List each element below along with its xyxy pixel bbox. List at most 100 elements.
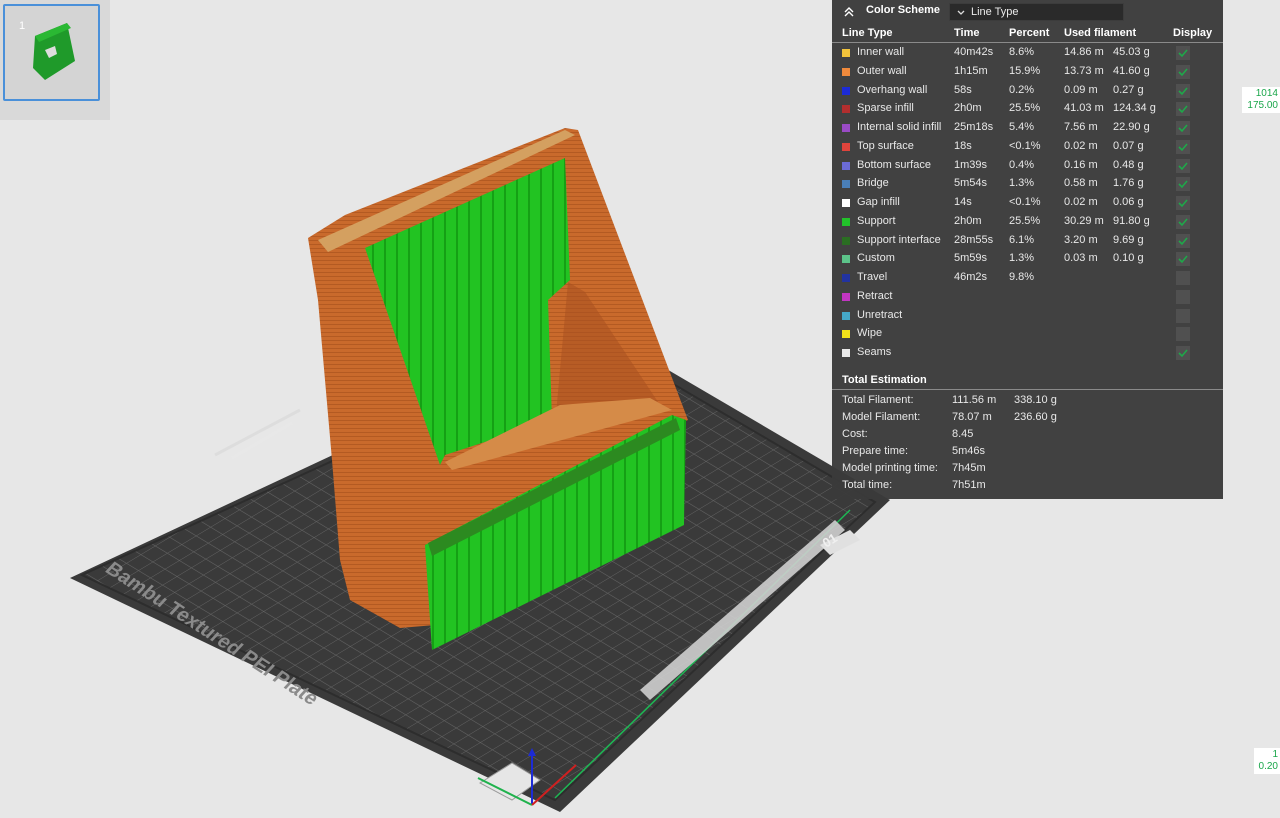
line-type-name: Overhang wall	[857, 83, 928, 96]
line-type-percent: 25.5%	[1009, 102, 1041, 115]
legend-row[interactable]: Support 2h0m 25.5% 30.29 m 91.80 g	[832, 213, 1223, 232]
legend-row[interactable]: Gap infill 14s <0.1% 0.02 m 0.06 g	[832, 194, 1223, 213]
display-checkbox-checked[interactable]	[1176, 233, 1190, 248]
layer-slider-bottom-readout[interactable]: 1 0.20	[1254, 748, 1280, 774]
line-type-legend-panel: Color Scheme Line Type Line Type Time Pe…	[832, 0, 1223, 499]
line-type-percent: 25.5%	[1009, 214, 1041, 227]
line-type-name: Gap infill	[857, 196, 900, 208]
line-type-grams: 45.03 g	[1113, 46, 1150, 58]
legend-row[interactable]: Bottom surface 1m39s 0.4% 0.16 m 0.48 g	[832, 157, 1223, 176]
display-checkbox-checked[interactable]	[1176, 214, 1190, 229]
color-swatch	[842, 292, 850, 301]
line-type-time: 1h15m	[954, 64, 988, 77]
col-header-display: Display	[1173, 27, 1213, 39]
model-thumbnail-icon	[33, 23, 75, 80]
display-checkbox-checked[interactable]	[1176, 196, 1190, 210]
top-layer-height: 175.00	[1247, 100, 1278, 111]
header-divider	[832, 42, 1223, 43]
color-swatch	[842, 124, 850, 132]
legend-row[interactable]: Outer wall 1h15m 15.9% 13.73 m 41.60 g	[832, 63, 1223, 82]
display-checkbox-checked[interactable]	[1176, 158, 1190, 173]
plate-thumbnail-strip: 1	[0, 0, 110, 120]
line-type-time: 40m42s	[954, 46, 994, 58]
legend-row[interactable]: Top surface 18s <0.1% 0.02 m 0.07 g	[832, 138, 1223, 157]
display-checkbox-checked[interactable]	[1176, 177, 1190, 192]
color-scheme-value: Line Type	[971, 6, 1019, 18]
color-scheme-dropdown[interactable]: Line Type	[949, 3, 1124, 21]
line-type-name: Inner wall	[857, 46, 905, 58]
display-checkbox-checked[interactable]	[1176, 121, 1190, 135]
display-checkbox-checked[interactable]	[1176, 102, 1190, 117]
color-swatch	[842, 67, 850, 76]
color-swatch	[842, 161, 850, 170]
checkmark-icon	[1178, 349, 1188, 358]
color-swatch	[842, 180, 850, 189]
legend-row[interactable]: Inner wall 40m42s 8.6% 14.86 m 45.03 g	[832, 44, 1223, 63]
color-swatch	[842, 105, 850, 114]
bottom-layer-height: 0.20	[1258, 761, 1278, 772]
legend-row[interactable]: Overhang wall 58s 0.2% 0.09 m 0.27 g	[832, 82, 1223, 101]
checkmark-icon	[1178, 105, 1188, 114]
color-swatch	[842, 142, 850, 151]
display-checkbox-unchecked[interactable]	[1176, 327, 1190, 342]
line-type-grams: 41.60 g	[1113, 64, 1150, 77]
line-type-meters: 3.20 m	[1064, 233, 1098, 246]
legend-row[interactable]: Internal solid infill 25m18s 5.4% 7.56 m 22.…	[832, 119, 1223, 138]
checkmark-icon	[1178, 218, 1188, 226]
checkmark-icon	[1178, 86, 1188, 95]
line-type-percent: <0.1%	[1009, 139, 1041, 152]
display-checkbox-checked[interactable]	[1176, 139, 1190, 154]
line-type-time: 28m55s	[954, 233, 994, 246]
total-row: Prepare time: 5m46s	[832, 443, 1223, 460]
display-checkbox-checked[interactable]	[1176, 346, 1190, 360]
line-type-name: Top surface	[857, 139, 914, 152]
line-type-time: 25m18s	[954, 121, 994, 133]
line-type-name: Bottom surface	[857, 158, 931, 171]
display-checkbox-checked[interactable]	[1176, 46, 1190, 60]
line-type-time: 46m2s	[954, 271, 988, 283]
legend-row[interactable]: Seams	[832, 344, 1223, 363]
legend-row[interactable]: Retract	[832, 288, 1223, 307]
legend-row[interactable]: Travel 46m2s 9.8%	[832, 269, 1223, 288]
display-checkbox-unchecked[interactable]	[1176, 271, 1190, 285]
total-label: Model Filament:	[842, 411, 921, 423]
total-row: Cost: 8.45	[832, 426, 1223, 443]
line-type-percent: 0.2%	[1009, 83, 1035, 96]
legend-row[interactable]: Support interface 28m55s 6.1% 3.20 m 9.69 g	[832, 232, 1223, 251]
line-type-meters: 30.29 m	[1064, 214, 1104, 227]
display-checkbox-checked[interactable]	[1176, 252, 1190, 267]
display-checkbox-unchecked[interactable]	[1176, 289, 1190, 304]
legend-row[interactable]: Wipe	[832, 325, 1223, 344]
total-row: Total Filament: 111.56 m 338.10 g	[832, 392, 1223, 409]
legend-row[interactable]: Bridge 5m54s 1.3% 0.58 m 1.76 g	[832, 175, 1223, 194]
line-type-grams: 0.06 g	[1113, 196, 1144, 208]
layer-slider-top-readout[interactable]: 1014 175.00	[1242, 87, 1280, 113]
line-type-meters: 41.03 m	[1064, 102, 1104, 115]
color-swatch	[842, 217, 850, 226]
display-checkbox-checked[interactable]	[1176, 64, 1190, 79]
color-swatch	[842, 311, 850, 320]
3d-viewport[interactable]: Bambu Textured PEI Plate 01 1 Color Sche…	[0, 0, 1280, 818]
legend-row[interactable]: Sparse infill 2h0m 25.5% 41.03 m 124.34 g	[832, 100, 1223, 119]
total-label: Cost:	[842, 428, 868, 440]
checkmark-icon	[1178, 180, 1188, 189]
line-type-meters: 0.02 m	[1064, 139, 1098, 152]
display-checkbox-unchecked[interactable]	[1176, 308, 1190, 323]
color-swatch	[842, 255, 850, 264]
line-type-meters: 0.16 m	[1064, 158, 1098, 171]
line-type-percent: 6.1%	[1009, 233, 1035, 246]
plate-thumbnail[interactable]: 1	[3, 4, 100, 101]
color-swatch	[842, 236, 850, 245]
line-type-name: Wipe	[857, 327, 883, 340]
legend-row[interactable]: Custom 5m59s 1.3% 0.03 m 0.10 g	[832, 250, 1223, 269]
line-type-grams: 91.80 g	[1113, 214, 1150, 227]
collapse-icon[interactable]	[842, 4, 856, 18]
col-header-used-filament: Used filament	[1064, 27, 1137, 39]
total-value: 5m46s	[952, 445, 986, 457]
line-type-percent: 1.3%	[1009, 177, 1035, 190]
legend-row[interactable]: Unretract	[832, 307, 1223, 326]
color-scheme-title: Color Scheme	[866, 4, 940, 16]
display-checkbox-checked[interactable]	[1176, 83, 1190, 98]
checkmark-icon	[1178, 143, 1188, 151]
line-type-name: Unretract	[857, 308, 903, 321]
